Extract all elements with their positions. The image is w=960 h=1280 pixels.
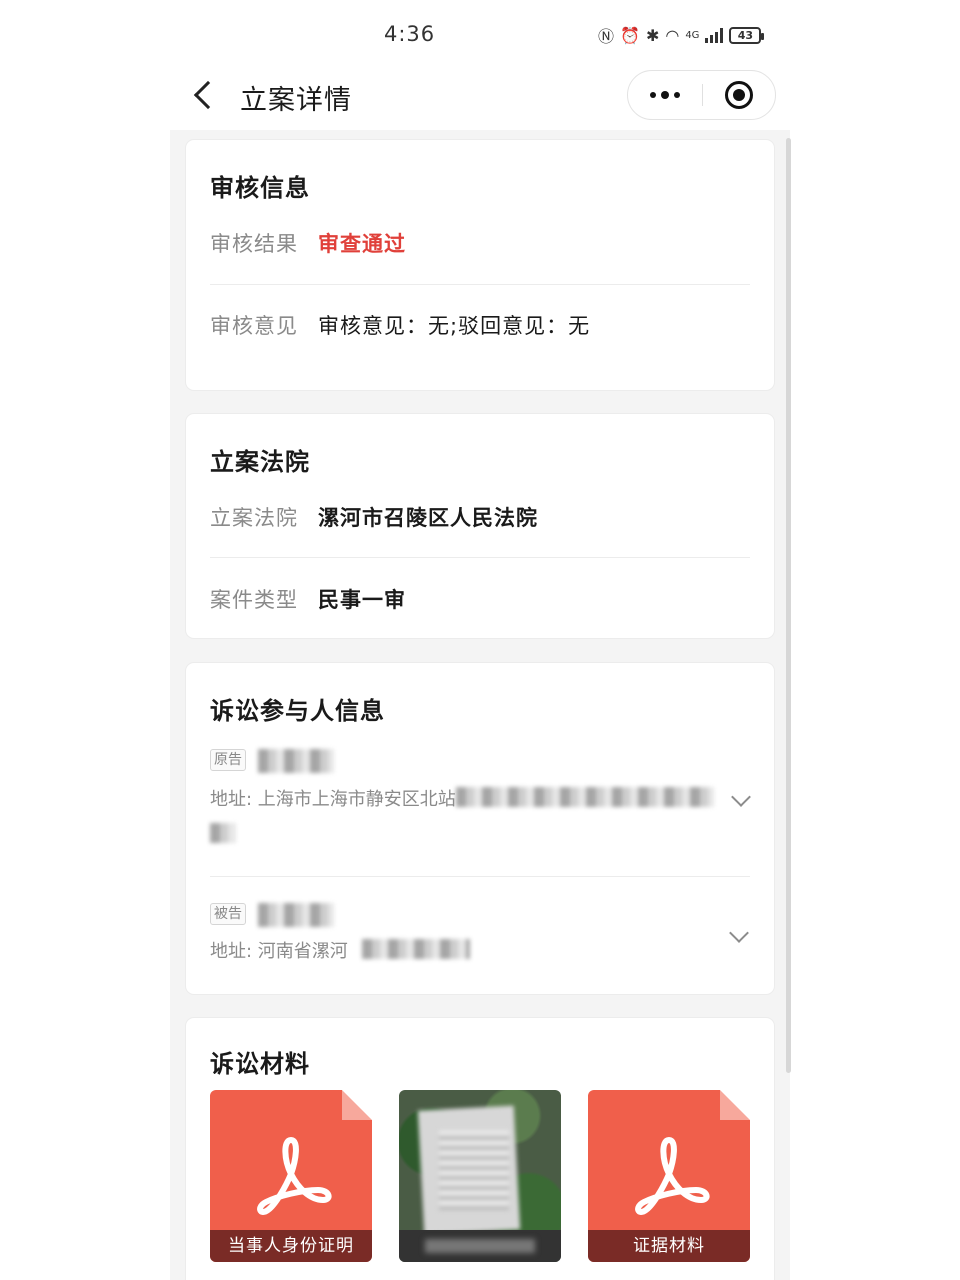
file-label: 证据材料 bbox=[588, 1230, 750, 1262]
status-time: 4:36 bbox=[384, 22, 436, 46]
redacted-name bbox=[258, 749, 334, 773]
wifi-icon: ◠ bbox=[665, 25, 680, 45]
redacted-address bbox=[362, 939, 470, 959]
photo-document-text bbox=[439, 1130, 509, 1210]
redacted-name bbox=[258, 903, 334, 927]
signal-icon bbox=[705, 27, 724, 43]
alarm-icon: ⏰ bbox=[620, 25, 640, 45]
review-title: 审核信息 bbox=[210, 174, 310, 202]
more-dots-icon[interactable] bbox=[628, 71, 702, 119]
pdf-icon bbox=[257, 1137, 332, 1215]
redacted-address bbox=[456, 787, 714, 807]
battery-icon: 43 bbox=[729, 26, 765, 44]
review-result-label: 审核结果 bbox=[210, 232, 298, 256]
network-label: 4G bbox=[685, 29, 700, 41]
participants-title: 诉讼参与人信息 bbox=[210, 697, 385, 725]
page-fold bbox=[720, 1090, 750, 1120]
court-card: 立案法院 立案法院 漯河市召陵区人民法院 案件类型 民事一审 bbox=[186, 414, 774, 638]
role-tag: 被告 bbox=[210, 903, 246, 925]
case-type-label: 案件类型 bbox=[210, 588, 298, 612]
page-title: 立案详情 bbox=[240, 85, 352, 116]
court-label: 立案法院 bbox=[210, 506, 298, 530]
review-result-value: 审查通过 bbox=[318, 232, 406, 256]
participant-address: 地址: 上海市上海市静安区北站 bbox=[210, 789, 456, 810]
scrollbar[interactable] bbox=[786, 138, 791, 1073]
review-card: 审核信息 审核结果 审查通过 审核意见 审核意见：无;驳回意见：无 bbox=[186, 140, 774, 390]
nfc-icon: Ⓝ bbox=[598, 27, 615, 46]
divider bbox=[210, 284, 750, 285]
review-opinion-value: 审核意见：无;驳回意见：无 bbox=[318, 314, 591, 338]
materials-title: 诉讼材料 bbox=[210, 1050, 310, 1078]
pdf-file-tile[interactable]: 证据材料 bbox=[588, 1090, 750, 1262]
materials-card: 诉讼材料 当事人身份证明 证据材料 bbox=[186, 1018, 774, 1280]
pdf-icon bbox=[635, 1137, 710, 1215]
status-icons: Ⓝ ⏰ ✱ ◠ 4G 43 bbox=[598, 24, 765, 46]
chevron-down-icon[interactable] bbox=[731, 787, 751, 807]
participant-address: 地址: 河南省漯河 bbox=[210, 941, 348, 962]
nav-bar: 立案详情 bbox=[0, 60, 960, 130]
content-area[interactable]: 审核信息 审核结果 审查通过 审核意见 审核意见：无;驳回意见：无 立案法院 立… bbox=[170, 130, 790, 1280]
capsule-divider bbox=[702, 84, 703, 106]
file-label: 当事人身份证明 bbox=[210, 1230, 372, 1262]
review-opinion-label: 审核意见 bbox=[210, 314, 298, 338]
divider bbox=[210, 876, 750, 877]
page-fold bbox=[342, 1090, 372, 1120]
battery-level: 43 bbox=[737, 28, 754, 42]
chevron-left-icon[interactable] bbox=[190, 80, 220, 110]
divider bbox=[210, 557, 750, 558]
file-label bbox=[399, 1230, 561, 1262]
case-type-value: 民事一审 bbox=[318, 588, 406, 612]
mini-program-capsule bbox=[627, 70, 776, 120]
pdf-file-tile[interactable]: 当事人身份证明 bbox=[210, 1090, 372, 1262]
bluetooth-icon: ✱ bbox=[645, 25, 660, 45]
photo-file-tile[interactable] bbox=[399, 1090, 561, 1262]
participants-card: 诉讼参与人信息 原告 地址: 上海市上海市静安区北站 被告 地址: 河南省漯河 bbox=[186, 663, 774, 994]
court-title: 立案法院 bbox=[210, 448, 310, 476]
redacted-label bbox=[425, 1239, 535, 1253]
role-tag: 原告 bbox=[210, 749, 246, 771]
redacted-address bbox=[210, 823, 236, 843]
target-circle-icon[interactable] bbox=[725, 81, 753, 109]
court-value: 漯河市召陵区人民法院 bbox=[318, 506, 538, 530]
chevron-down-icon[interactable] bbox=[729, 923, 749, 943]
